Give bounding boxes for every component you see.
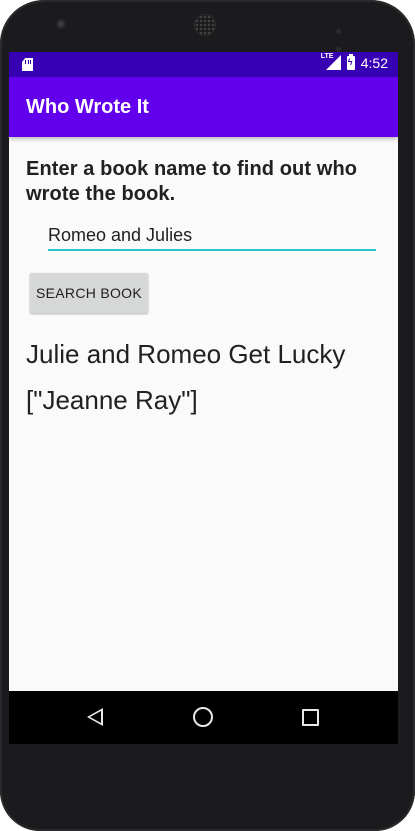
recents-icon[interactable] — [302, 709, 319, 726]
proximity-sensors — [336, 21, 360, 52]
instruction-text: Enter a book name to find out who wrote … — [26, 158, 358, 205]
status-time: 4:52 — [360, 55, 388, 71]
app-title: Who Wrote It — [26, 96, 149, 118]
back-icon[interactable] — [87, 708, 103, 726]
search-book-button[interactable]: SEARCH BOOK — [30, 273, 148, 313]
front-camera — [56, 19, 66, 29]
lte-signal-icon: LTE — [321, 53, 341, 71]
navigation-bar — [9, 691, 398, 744]
book-input-container — [48, 221, 376, 253]
result-author: ["Jeanne Ray"] — [26, 385, 198, 415]
status-icons: LTE ϟ 4:52 — [321, 53, 388, 71]
app-bar: Who Wrote It — [9, 77, 398, 137]
status-bar: LTE ϟ 4:52 — [9, 52, 398, 77]
battery-charging-icon: ϟ — [346, 54, 355, 70]
result-title: Julie and Romeo Get Lucky — [26, 339, 346, 369]
screen: LTE ϟ 4:52 Who Wrote It Enter a book nam… — [9, 52, 398, 744]
sd-card-icon — [22, 58, 33, 71]
book-name-input[interactable] — [48, 221, 376, 251]
device-frame: LTE ϟ 4:52 Who Wrote It Enter a book nam… — [0, 0, 415, 831]
home-icon[interactable] — [193, 707, 213, 727]
earpiece-speaker — [194, 14, 216, 36]
